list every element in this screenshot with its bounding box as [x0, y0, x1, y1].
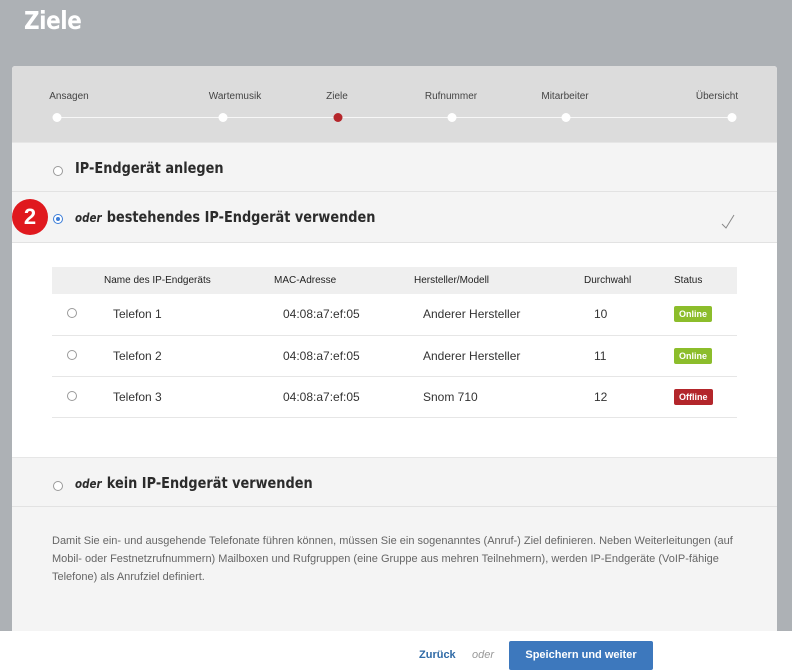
row-select-cell: [52, 335, 104, 377]
step-label-uebersicht: Übersicht: [695, 91, 739, 102]
page-title: Ziele: [24, 6, 82, 35]
option-existing-text: oder bestehendes IP-Endgerät verwenden: [75, 208, 375, 226]
radio-no-device[interactable]: [53, 481, 63, 491]
row-select-cell: [52, 294, 104, 336]
step-dot-wartemusik[interactable]: [218, 113, 228, 122]
row-radio[interactable]: [67, 390, 77, 401]
table-row[interactable]: Telefon 1 04:08:a7:ef:05 Anderer Herstel…: [52, 294, 737, 336]
wizard-card: Ansagen Wartemusik Ziele Rufnummer Mitar…: [12, 66, 777, 670]
status-cell: Offline: [674, 376, 737, 418]
extension-cell: 11: [584, 335, 674, 377]
step-label-wartemusik: Wartemusik: [208, 91, 262, 102]
radio-existing-device[interactable]: [53, 214, 63, 224]
option-existing-label: bestehendes IP-Endgerät verwenden: [106, 208, 376, 226]
table-header-extension: Durchwahl: [584, 267, 674, 294]
radio-create-device[interactable]: [53, 166, 63, 176]
option-create-device[interactable]: IP-Endgerät anlegen: [12, 142, 777, 192]
table-header-status: Status: [674, 267, 737, 294]
option-none-prefix: oder: [75, 477, 102, 491]
vendor-cell: Anderer Hersteller: [414, 294, 584, 336]
status-cell: Online: [674, 294, 737, 336]
extension-cell: 12: [584, 376, 674, 418]
row-radio[interactable]: [67, 308, 77, 319]
stepper-line: [57, 117, 732, 118]
mac-cell: 04:08:a7:ef:05: [274, 294, 414, 336]
device-table-panel: Name des IP-Endgeräts MAC-Adresse Herste…: [12, 243, 777, 457]
device-name-cell: Telefon 2: [104, 335, 274, 377]
step-number-badge: 2: [12, 199, 48, 235]
status-badge: Online: [674, 306, 713, 323]
step-label-ziele: Ziele: [326, 91, 348, 102]
step-label-rufnummer: Rufnummer: [424, 91, 478, 102]
step-dot-mitarbeiter[interactable]: [561, 113, 571, 122]
table-header-row: Name des IP-Endgeräts MAC-Adresse Herste…: [52, 267, 737, 294]
table-header-mac: MAC-Adresse: [274, 267, 414, 294]
or-separator: oder: [472, 649, 495, 661]
row-select-cell: [52, 376, 104, 418]
info-note: Damit Sie ein- und ausgehende Telefonate…: [52, 535, 733, 583]
table-header-name: Name des IP-Endgeräts: [104, 267, 274, 294]
step-dot-rufnummer[interactable]: [447, 113, 457, 122]
option-existing-device[interactable]: oder bestehendes IP-Endgerät verwenden: [12, 192, 777, 243]
option-none-text: oder kein IP-Endgerät verwenden: [75, 474, 313, 492]
option-no-device[interactable]: oder kein IP-Endgerät verwenden: [12, 457, 777, 507]
device-name-cell: Telefon 1: [104, 294, 274, 336]
table-header-select: [52, 267, 104, 294]
table-row[interactable]: Telefon 3 04:08:a7:ef:05 Snom 710 12 Off…: [52, 376, 737, 418]
extension-cell: 10: [584, 294, 674, 336]
step-label-mitarbeiter: Mitarbeiter: [541, 91, 589, 102]
mac-cell: 04:08:a7:ef:05: [274, 335, 414, 377]
back-link[interactable]: Zurück: [419, 649, 456, 661]
row-radio[interactable]: [67, 349, 77, 360]
table-header-vendor: Hersteller/Modell: [414, 267, 584, 294]
save-and-continue-button[interactable]: Speichern und weiter: [509, 641, 653, 670]
table-row[interactable]: Telefon 2 04:08:a7:ef:05 Anderer Herstel…: [52, 335, 737, 377]
option-existing-prefix: oder: [75, 211, 102, 225]
device-name-cell: Telefon 3: [104, 376, 274, 418]
step-dot-ziele[interactable]: [333, 113, 343, 122]
device-table: Name des IP-Endgeräts MAC-Adresse Herste…: [52, 267, 737, 418]
option-create-label: IP-Endgerät anlegen: [75, 159, 224, 177]
option-none-label: kein IP-Endgerät verwenden: [106, 474, 313, 492]
progress-stepper: Ansagen Wartemusik Ziele Rufnummer Mitar…: [12, 66, 777, 142]
vendor-cell: Snom 710: [414, 376, 584, 418]
step-label-ansagen: Ansagen: [49, 91, 89, 102]
vendor-cell: Anderer Hersteller: [414, 335, 584, 377]
step-dot-uebersicht[interactable]: [727, 113, 737, 122]
status-badge: Offline: [674, 388, 713, 405]
status-cell: Online: [674, 335, 737, 377]
step-dot-ansagen[interactable]: [52, 113, 62, 122]
footer-bar: Zurück oder Speichern und weiter: [0, 631, 792, 670]
mac-cell: 04:08:a7:ef:05: [274, 376, 414, 418]
checkmark-icon: [721, 214, 735, 229]
status-badge: Online: [674, 347, 713, 364]
